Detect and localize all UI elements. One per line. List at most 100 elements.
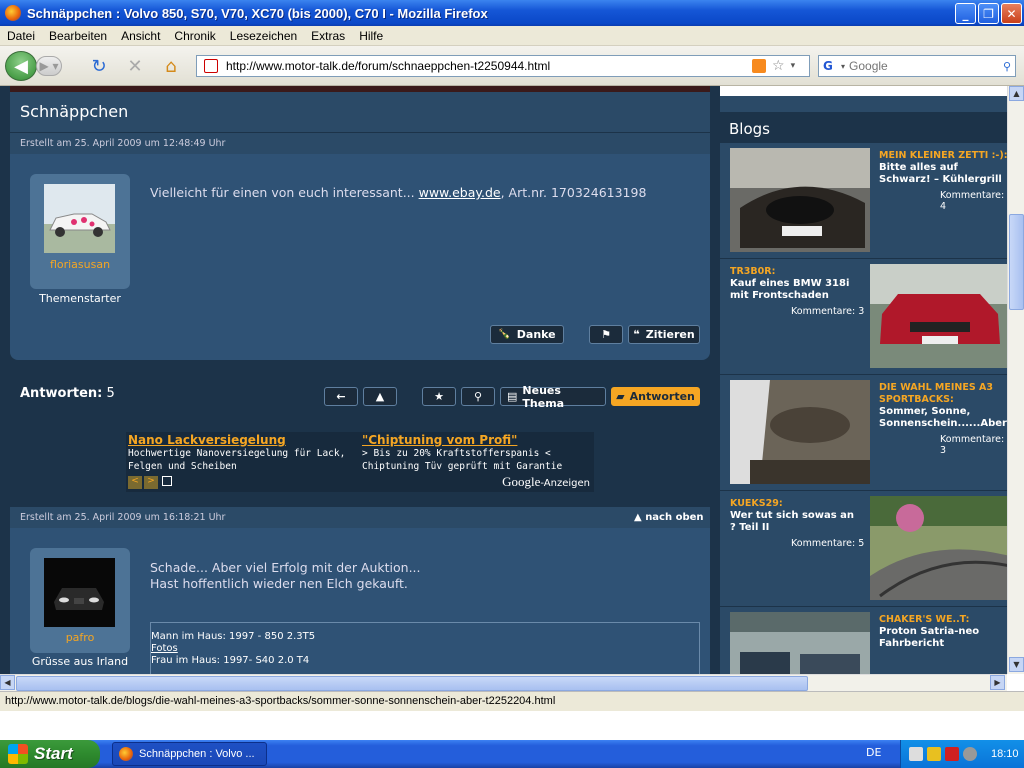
sig-fotos-link[interactable]: Fotos [151, 643, 699, 655]
blog-entry[interactable]: DIE WAHL MEINES A3 SPORTBACKS: Sommer, S… [720, 374, 1007, 488]
scroll-up-icon[interactable]: ▲ [1009, 86, 1024, 101]
search-thread-button[interactable]: ⚲ [461, 387, 495, 406]
blog-thumbnail[interactable] [730, 612, 870, 674]
ebay-link[interactable]: www.ebay.de [419, 185, 501, 200]
user-card[interactable]: pafro [30, 548, 130, 653]
blog-title[interactable]: Wer tut sich sowas an ? Teil II [730, 510, 860, 534]
back-button[interactable]: ◀ [5, 51, 37, 81]
avatar[interactable] [44, 184, 115, 253]
maximize-button[interactable]: ❐ [978, 3, 999, 24]
menu-lesezeichen[interactable]: Lesezeichen [223, 29, 304, 43]
ad1-line1: Hochwertige Nanoversiegelung für Lack, [128, 448, 346, 459]
reply-button[interactable]: ▰ Antworten [611, 387, 700, 406]
blog-entry[interactable]: TR3B0R: Kauf eines BMW 318i mit Frontsch… [720, 258, 1007, 372]
ad1-title[interactable]: Nano Lackversiegelung [128, 433, 286, 447]
menu-datei[interactable]: Datei [0, 29, 42, 43]
blog-entry[interactable]: CHAKER'S WE..T: Proton Satria-neo Fahrbe… [720, 606, 1007, 674]
navigation-toolbar: ◀ ▶ ▾ ↻ ✕ ⌂ ☆ ▾ G ▾ ⚲ [0, 46, 1024, 86]
search-box[interactable]: G ▾ ⚲ [818, 55, 1016, 77]
blog-category[interactable]: TR3B0R: [730, 266, 775, 277]
top-button[interactable]: ▲ [363, 387, 397, 406]
danke-button[interactable]: 🍾 Danke [490, 325, 564, 344]
zitieren-button[interactable]: ❝ Zitieren [628, 325, 700, 344]
post-text: Vielleicht für einen von euch interessan… [150, 185, 646, 201]
ad-box: Nano Lackversiegelung Hochwertige Nanove… [126, 432, 594, 492]
taskbar-item-firefox[interactable]: Schnäppchen : Volvo ... [112, 742, 267, 766]
blog-title[interactable]: Sommer, Sonne, Sonnenschein......Aber!!!… [879, 406, 1007, 430]
firefox-icon [5, 5, 21, 21]
blog-category[interactable]: KUEKS29: [730, 498, 783, 509]
blog-thumbnail[interactable] [870, 496, 1007, 600]
blog-thumbnail[interactable] [730, 380, 870, 484]
volume-icon[interactable] [963, 747, 977, 761]
minimize-button[interactable]: _ [955, 3, 976, 24]
username[interactable]: floriasusan [30, 258, 130, 271]
home-icon[interactable]: ⌂ [160, 56, 182, 77]
star-icon[interactable]: ☆ [772, 58, 785, 74]
menu-chronik[interactable]: Chronik [167, 29, 222, 43]
google-ads-label[interactable]: Google-Anzeigen [502, 474, 590, 490]
page-viewport: Schnäppchen Erstellt am 25. April 2009 u… [0, 86, 1007, 674]
blog-thumbnail[interactable] [730, 148, 870, 252]
zitieren-label: Zitieren [645, 328, 695, 341]
post-line-1: Schade... Aber viel Erfolg mit der Aukti… [150, 560, 421, 575]
shield-icon[interactable] [927, 747, 941, 761]
close-button[interactable]: ✕ [1001, 3, 1022, 24]
scroll-thumb[interactable] [16, 676, 808, 691]
ad2-line2: Chiptuning Tüv geprüft mit Garantie [362, 461, 563, 472]
reload-icon[interactable]: ↻ [88, 56, 110, 77]
username[interactable]: pafro [30, 631, 130, 644]
post-line-2: Hast hoffentlich wieder nen Elch gekauft… [150, 576, 408, 591]
bookmark-button[interactable]: ★ [422, 387, 456, 406]
blog-category[interactable]: CHAKER'S WE..T: [879, 614, 969, 625]
scroll-thumb[interactable] [1009, 214, 1024, 310]
scroll-right-icon[interactable]: ▶ [990, 675, 1005, 690]
report-button[interactable]: ⚑ [589, 325, 623, 344]
ad-prev-icon[interactable]: < [128, 476, 142, 489]
blog-entry[interactable]: MEIN KLEINER ZETTI :-): Bitte alles auf … [720, 142, 1007, 256]
post-1: floriasusan Themenstarter Vielleicht für… [10, 154, 710, 360]
horizontal-scrollbar[interactable]: ◀ ▶ [0, 674, 1007, 691]
ad-info-icon[interactable] [162, 476, 172, 486]
blog-title[interactable]: Proton Satria-neo Fahrbericht [879, 626, 1007, 650]
network-icon[interactable] [909, 747, 923, 761]
reply-label: Antworten [629, 390, 695, 403]
menu-hilfe[interactable]: Hilfe [352, 29, 390, 43]
avatar[interactable] [44, 558, 115, 627]
ad2-title[interactable]: "Chiptuning vom Profi" [362, 433, 517, 447]
rss-icon[interactable] [752, 59, 766, 73]
arrow-left-icon: ← [336, 390, 346, 403]
post-meta: Erstellt am 25. April 2009 um 16:18:21 U… [10, 506, 710, 528]
bottle-icon: 🍾 [498, 329, 511, 340]
vertical-scrollbar[interactable]: ▲ ▼ [1007, 86, 1024, 674]
window-title: Schnäppchen : Volvo 850, S70, V70, XC70 … [27, 5, 488, 21]
antivirus-icon[interactable] [945, 747, 959, 761]
nach-oben-link[interactable]: ▲ nach oben [634, 512, 704, 523]
quote-icon: ❝ [633, 328, 640, 341]
search-input[interactable] [849, 59, 990, 73]
stop-icon[interactable]: ✕ [124, 56, 146, 77]
user-card[interactable]: floriasusan [30, 174, 130, 289]
blog-title[interactable]: Kauf eines BMW 318i mit Frontschaden [730, 278, 865, 302]
start-button[interactable]: Start [0, 740, 100, 768]
menu-extras[interactable]: Extras [304, 29, 352, 43]
search-icon[interactable]: ⚲ [1003, 60, 1011, 73]
menu-bearbeiten[interactable]: Bearbeiten [42, 29, 114, 43]
chevron-down-icon[interactable]: ▾ [841, 62, 845, 71]
url-bar[interactable]: ☆ ▾ [196, 55, 810, 77]
blog-entry[interactable]: KUEKS29: Wer tut sich sowas an ? Teil II… [720, 490, 1007, 604]
scroll-left-icon[interactable]: ◀ [0, 675, 15, 690]
blog-thumbnail[interactable] [870, 264, 1007, 368]
scroll-down-icon[interactable]: ▼ [1009, 657, 1024, 672]
forward-button[interactable]: ▶ ▾ [36, 56, 62, 76]
new-thread-button[interactable]: ▤ Neues Thema [500, 384, 606, 410]
menu-ansicht[interactable]: Ansicht [114, 29, 167, 43]
ad-next-icon[interactable]: > [144, 476, 158, 489]
blog-category[interactable]: MEIN KLEINER ZETTI :-): [879, 150, 1007, 161]
prev-button[interactable]: ← [324, 387, 358, 406]
chevron-down-icon[interactable]: ▾ [791, 61, 796, 71]
url-input[interactable] [226, 59, 746, 73]
language-indicator[interactable]: DE [866, 746, 881, 759]
blog-category[interactable]: DIE WAHL MEINES A3 SPORTBACKS: [879, 382, 1007, 406]
blog-title[interactable]: Bitte alles auf Schwarz! – Kühlergrill [879, 162, 1007, 186]
